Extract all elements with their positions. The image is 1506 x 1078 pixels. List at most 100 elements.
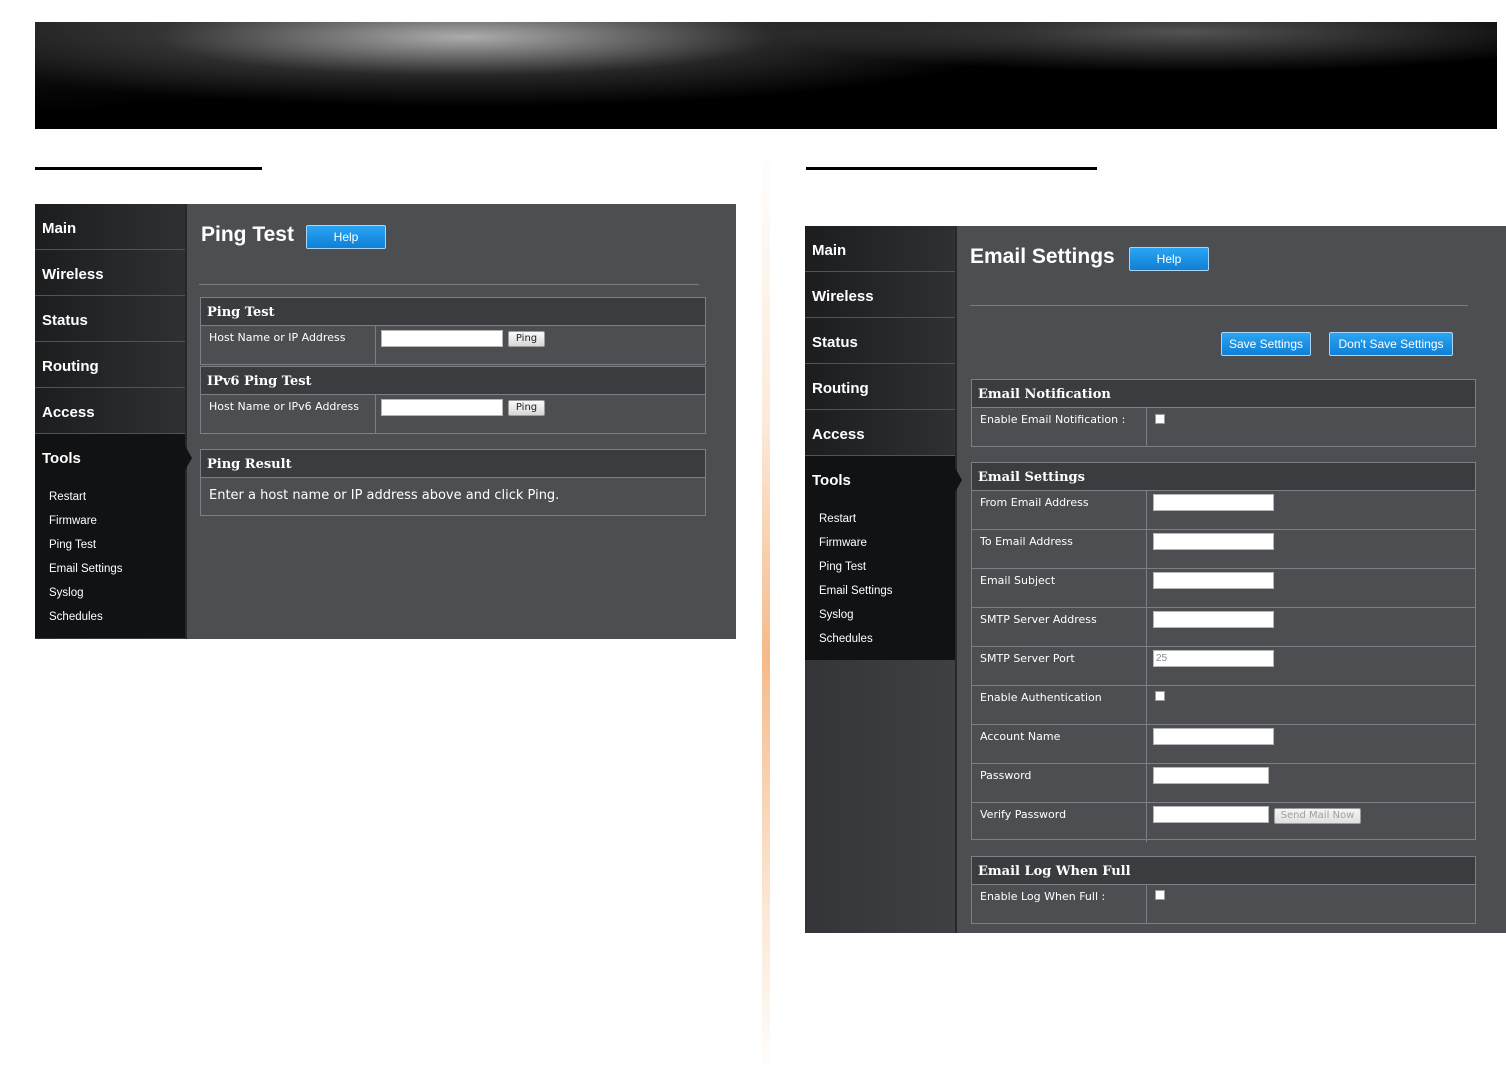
- email-subject-row: Email Subject: [972, 569, 1475, 608]
- sub-syslog[interactable]: Syslog: [35, 582, 185, 606]
- verify-password-label: Verify Password: [972, 803, 1147, 842]
- smtp-port-row: SMTP Server Port: [972, 647, 1475, 686]
- email-subject-label: Email Subject: [972, 569, 1147, 607]
- enable-log-checkbox[interactable]: [1155, 890, 1165, 900]
- title-divider: [199, 284, 699, 285]
- email-notification-heading: Email Notification: [972, 380, 1475, 408]
- sidebar-menu: Main Wireless Status Routing Access Tool…: [35, 204, 192, 638]
- email-notification-box: Email Notification Enable Email Notifica…: [971, 379, 1476, 447]
- email-log-heading: Email Log When Full: [972, 857, 1475, 885]
- document-page: Main Wireless Status Routing Access Tool…: [0, 0, 1506, 1078]
- page-title: Email Settings: [970, 245, 1115, 268]
- enable-auth-checkbox[interactable]: [1155, 691, 1165, 701]
- sidebar: Main Wireless Status Routing Access Tool…: [35, 204, 192, 639]
- main-content: Ping Test Help Ping Test Host Name or IP…: [187, 204, 736, 639]
- nav-status[interactable]: Status: [35, 296, 185, 342]
- tools-submenu: Restart Firmware Ping Test Email Setting…: [805, 502, 955, 660]
- smtp-port-label: SMTP Server Port: [972, 647, 1147, 685]
- sub-ping-test[interactable]: Ping Test: [805, 556, 955, 580]
- enable-notification-label: Enable Email Notification :: [972, 408, 1147, 446]
- sub-email-settings[interactable]: Email Settings: [805, 580, 955, 604]
- nav-wireless[interactable]: Wireless: [35, 250, 185, 296]
- ipv6-host-row: Host Name or IPv6 Address Ping: [201, 395, 705, 433]
- nav-main[interactable]: Main: [805, 226, 955, 272]
- help-button[interactable]: Help: [1129, 247, 1209, 271]
- sub-schedules[interactable]: Schedules: [805, 628, 955, 652]
- ping-test-heading: Ping Test: [201, 298, 705, 326]
- ipv6-ping-button[interactable]: Ping: [508, 400, 545, 416]
- email-settings-heading: Email Settings: [972, 463, 1475, 491]
- section-rule-left: [35, 167, 262, 170]
- ipv6-host-label: Host Name or IPv6 Address: [201, 395, 376, 433]
- ping-test-screenshot: Main Wireless Status Routing Access Tool…: [35, 204, 736, 639]
- sub-schedules[interactable]: Schedules: [35, 606, 185, 630]
- nav-main[interactable]: Main: [35, 204, 185, 250]
- email-subject-input[interactable]: [1153, 572, 1274, 589]
- send-mail-now-button[interactable]: Send Mail Now: [1274, 808, 1361, 824]
- section-rule-right: [806, 167, 1097, 170]
- enable-log-row: Enable Log When Full :: [972, 885, 1475, 923]
- smtp-address-input[interactable]: [1153, 611, 1274, 628]
- nav-routing[interactable]: Routing: [805, 364, 955, 410]
- sub-firmware[interactable]: Firmware: [35, 510, 185, 534]
- smtp-address-label: SMTP Server Address: [972, 608, 1147, 646]
- ping-result-text: Enter a host name or IP address above an…: [209, 488, 560, 503]
- verify-password-input[interactable]: [1153, 806, 1269, 823]
- email-settings-screenshot: Main Wireless Status Routing Access Tool…: [805, 226, 1506, 933]
- sub-restart[interactable]: Restart: [805, 508, 955, 532]
- ping-result-heading: Ping Result: [201, 450, 705, 478]
- smtp-address-row: SMTP Server Address: [972, 608, 1475, 647]
- enable-auth-row: Enable Authentication: [972, 686, 1475, 725]
- password-label: Password: [972, 764, 1147, 802]
- nav-tools[interactable]: Tools: [35, 434, 185, 480]
- account-name-row: Account Name: [972, 725, 1475, 764]
- nav-routing[interactable]: Routing: [35, 342, 185, 388]
- page-divider: [762, 140, 770, 1078]
- account-name-label: Account Name: [972, 725, 1147, 763]
- header-banner: [35, 22, 1497, 129]
- ping-host-input[interactable]: [381, 330, 503, 347]
- ping-button[interactable]: Ping: [508, 331, 545, 347]
- from-email-label: From Email Address: [972, 491, 1147, 529]
- verify-password-row: Verify Password Send Mail Now: [972, 803, 1475, 842]
- ipv6-ping-test-box: IPv6 Ping Test Host Name or IPv6 Address…: [200, 366, 706, 434]
- ipv6-ping-test-heading: IPv6 Ping Test: [201, 367, 705, 395]
- sub-syslog[interactable]: Syslog: [805, 604, 955, 628]
- password-input[interactable]: [1153, 767, 1269, 784]
- ping-result-box: Ping Result Enter a host name or IP addr…: [200, 449, 706, 516]
- enable-notification-row: Enable Email Notification :: [972, 408, 1475, 446]
- save-settings-button[interactable]: Save Settings: [1221, 332, 1311, 356]
- help-button[interactable]: Help: [306, 225, 386, 249]
- enable-notification-checkbox[interactable]: [1155, 414, 1165, 424]
- enable-log-label: Enable Log When Full :: [972, 885, 1147, 923]
- nav-tools[interactable]: Tools: [805, 456, 955, 502]
- to-email-input[interactable]: [1153, 533, 1274, 550]
- nav-access[interactable]: Access: [35, 388, 185, 434]
- password-row: Password: [972, 764, 1475, 803]
- email-log-box: Email Log When Full Enable Log When Full…: [971, 856, 1476, 924]
- title-divider: [970, 305, 1468, 306]
- ping-host-row: Host Name or IP Address Ping: [201, 326, 705, 364]
- sub-firmware[interactable]: Firmware: [805, 532, 955, 556]
- sidebar: Main Wireless Status Routing Access Tool…: [805, 226, 962, 933]
- nav-status[interactable]: Status: [805, 318, 955, 364]
- nav-access[interactable]: Access: [805, 410, 955, 456]
- tools-submenu: Restart Firmware Ping Test Email Setting…: [35, 480, 185, 638]
- nav-wireless[interactable]: Wireless: [805, 272, 955, 318]
- ping-host-label: Host Name or IP Address: [201, 326, 376, 364]
- page-title: Ping Test: [201, 223, 294, 246]
- sub-restart[interactable]: Restart: [35, 486, 185, 510]
- main-content: Email Settings Help Save Settings Don't …: [957, 226, 1506, 933]
- smtp-port-input[interactable]: [1153, 650, 1274, 667]
- sub-ping-test[interactable]: Ping Test: [35, 534, 185, 558]
- account-name-input[interactable]: [1153, 728, 1274, 745]
- ipv6-host-input[interactable]: [381, 399, 503, 416]
- email-settings-box: Email Settings From Email Address To Ema…: [971, 462, 1476, 842]
- from-email-row: From Email Address: [972, 491, 1475, 530]
- dont-save-settings-button[interactable]: Don't Save Settings: [1329, 332, 1453, 356]
- sub-email-settings[interactable]: Email Settings: [35, 558, 185, 582]
- ping-test-box: Ping Test Host Name or IP Address Ping: [200, 297, 706, 365]
- sidebar-menu: Main Wireless Status Routing Access Tool…: [805, 226, 962, 660]
- to-email-row: To Email Address: [972, 530, 1475, 569]
- from-email-input[interactable]: [1153, 494, 1274, 511]
